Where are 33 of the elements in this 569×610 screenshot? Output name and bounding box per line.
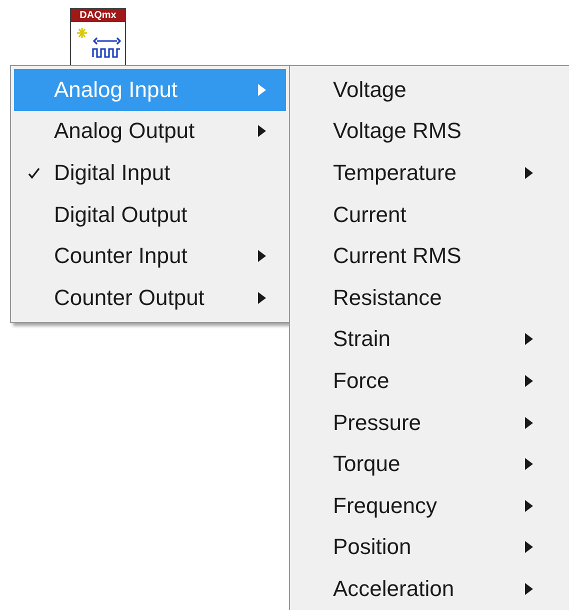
menu-item[interactable]: Frequency (293, 484, 569, 527)
submenu-arrow-icon (525, 416, 533, 429)
menu-item[interactable]: Voltage RMS (293, 110, 569, 152)
submenu-arrow-icon (525, 582, 533, 595)
submenu-arrow-icon (525, 166, 533, 179)
menu-item[interactable]: Counter Input (14, 235, 286, 277)
menu-item[interactable]: Current RMS (293, 235, 569, 277)
block-label: DAQmx (71, 9, 125, 22)
submenu-arrow-icon (258, 84, 266, 96)
menu-item[interactable]: Counter Output (14, 276, 286, 319)
submenu-arrow-icon (525, 458, 533, 470)
menu-item[interactable]: Acceleration (293, 568, 569, 610)
menu-item[interactable]: Temperature (293, 152, 569, 194)
menu-item[interactable]: Torque (293, 443, 569, 485)
menu-item[interactable]: Analog Output (14, 110, 286, 152)
submenu-arrow-icon (525, 333, 533, 346)
menu-item[interactable]: Digital Output (14, 194, 286, 236)
menu-item[interactable]: Force (293, 360, 569, 402)
submenu-arrow-icon (525, 500, 533, 512)
menu-item[interactable]: Digital Input (14, 152, 286, 194)
submenu-arrow-icon (258, 125, 266, 138)
daqmx-block-icon[interactable]: DAQmx (70, 8, 126, 66)
menu-item[interactable]: Resistance (293, 276, 569, 319)
menu-item[interactable]: Voltage (293, 69, 569, 111)
menu-item[interactable]: Position (293, 526, 569, 568)
menu-item[interactable]: Pressure (293, 402, 569, 444)
menu-item[interactable]: Current (293, 194, 569, 236)
submenu-arrow-icon (258, 250, 266, 262)
checkmark-icon (28, 166, 40, 179)
submenu-arrow-icon (525, 374, 533, 387)
menu-item[interactable]: Strain (293, 318, 569, 360)
submenu-arrow-icon (525, 541, 533, 554)
submenu-arrow-icon (258, 292, 266, 304)
